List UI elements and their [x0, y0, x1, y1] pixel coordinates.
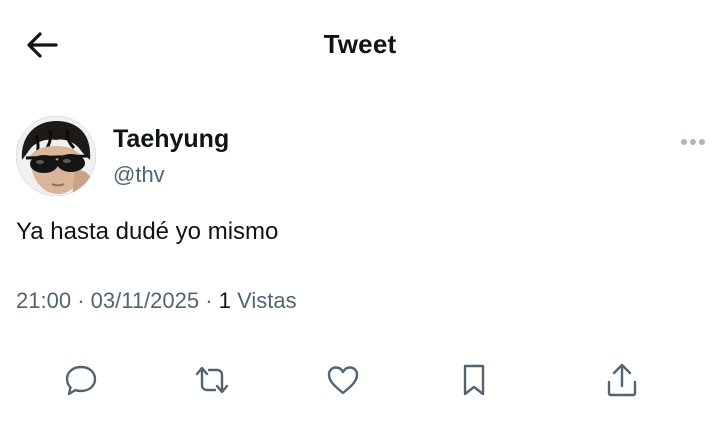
- meta-separator: ·: [77, 288, 85, 313]
- retweet-icon: [195, 366, 229, 394]
- reply-icon: [65, 365, 97, 396]
- header: Tweet: [0, 0, 720, 90]
- author-name[interactable]: Taehyung: [113, 125, 229, 154]
- meta-separator: ·: [205, 288, 213, 313]
- share-button[interactable]: [600, 358, 644, 402]
- bookmark-button[interactable]: [452, 358, 496, 402]
- like-button[interactable]: [321, 358, 365, 402]
- tweet-text: Ya hasta dudé yo mismo: [16, 218, 279, 245]
- retweet-button[interactable]: [190, 358, 234, 402]
- bookmark-icon: [463, 364, 485, 396]
- avatar[interactable]: [16, 116, 96, 196]
- tweet-date[interactable]: 03/11/2025: [91, 288, 199, 313]
- like-icon: [327, 366, 359, 395]
- views-count: 1: [218, 288, 231, 313]
- reply-button[interactable]: [59, 358, 103, 402]
- views-label: Vistas: [237, 288, 297, 313]
- tweet-meta: 21:00 · 03/11/2025 · 1 Vistas: [16, 288, 297, 314]
- more-options-button[interactable]: [678, 132, 708, 152]
- share-icon: [607, 363, 637, 397]
- page-title: Tweet: [323, 29, 397, 59]
- tweet-actions: [0, 358, 720, 402]
- profile-photo: [16, 116, 96, 196]
- author-handle[interactable]: @thv: [113, 162, 165, 188]
- more-horizontal-icon: [681, 139, 705, 145]
- tweet-time[interactable]: 21:00: [16, 288, 71, 313]
